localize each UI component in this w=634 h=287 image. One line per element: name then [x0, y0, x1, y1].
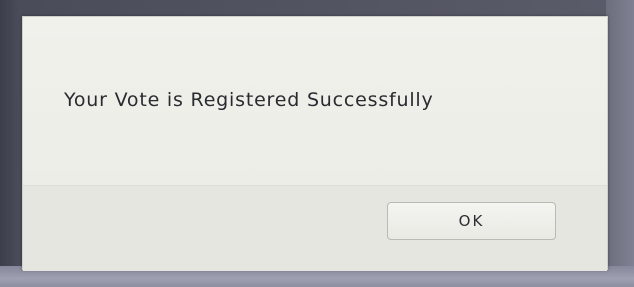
ok-button[interactable]: OK — [387, 202, 556, 240]
dialog-message-area: Your Vote is Registered Successfully — [23, 17, 607, 185]
success-message: Your Vote is Registered Successfully — [64, 89, 434, 111]
vote-confirmation-dialog: Your Vote is Registered Successfully OK — [22, 16, 608, 271]
screen-edge — [606, 0, 634, 287]
